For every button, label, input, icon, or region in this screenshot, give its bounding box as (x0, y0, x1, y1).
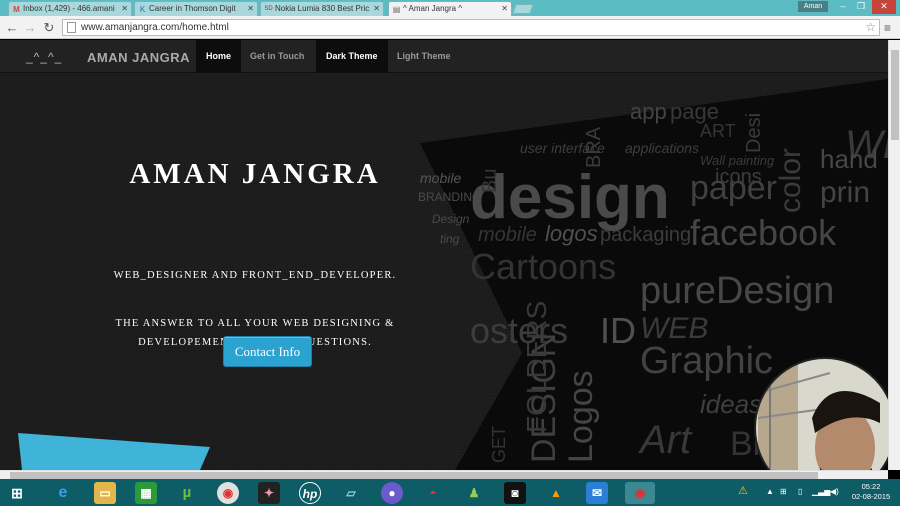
recorder-icon[interactable]: ◓ (422, 482, 444, 504)
svg-text:Desi: Desi (743, 113, 765, 153)
svg-text:color: color (774, 148, 807, 213)
svg-text:app: app (630, 99, 667, 124)
close-window-icon[interactable]: ✕ (872, 0, 896, 14)
browser-toolbar: ← → ↻ www.amanjangra.com/home.html ☆ ≡ (0, 16, 900, 39)
camera-icon[interactable]: ◙ (504, 482, 526, 504)
hp-icon[interactable]: hp (299, 482, 321, 504)
snapdeal-icon: SD (264, 6, 273, 12)
page-icon: ▤ (392, 5, 401, 14)
chrome-icon[interactable]: ◉ (217, 482, 239, 504)
back-icon[interactable]: ← (4, 20, 20, 36)
file-explorer-icon[interactable]: ▭ (94, 482, 116, 504)
brand-logo[interactable]: AMAN JANGRA (87, 50, 190, 65)
svg-text:logos: logos (545, 221, 598, 246)
nav-get-in-touch[interactable]: Get in Touch (240, 40, 314, 73)
thomson-icon: K (139, 5, 146, 14)
windows-flag-icon[interactable]: ⊞ (780, 487, 787, 496)
svg-text:ting: ting (440, 232, 460, 246)
svg-text:ID: ID (600, 310, 636, 351)
battery-icon[interactable]: ▯ (798, 487, 802, 496)
url-text[interactable]: www.amanjangra.com/home.html (81, 22, 229, 33)
chrome-active-icon[interactable]: ◉ (625, 482, 655, 504)
svg-text:Design: Design (432, 212, 470, 226)
svg-text:packaging: packaging (600, 224, 691, 246)
close-icon[interactable]: ✕ (373, 4, 380, 13)
svg-text:GET: GET (489, 426, 509, 463)
hero-description-line: THE ANSWER TO ALL YOUR WEB DESIGNING & (115, 318, 395, 329)
warning-icon[interactable]: ⚠ (738, 484, 748, 497)
svg-text:mobile: mobile (478, 224, 537, 246)
windows-taskbar: ⊞ e ▭ ▦ µ ◉ ✦ hp ▱ ● ◓ ♟ ◙ ▲ ✉ ◉ ⚠ ▲ ⊞ ▯… (0, 479, 900, 506)
restore-icon[interactable]: ❐ (852, 0, 870, 14)
system-clock[interactable]: 05:22 02-08-2015 (848, 482, 894, 502)
new-tab-button[interactable] (512, 4, 534, 14)
svg-text:icons: icons (715, 166, 762, 188)
tab-title: Inbox (1,429) - 466.amani (23, 4, 115, 13)
minimize-icon[interactable]: – (834, 0, 852, 14)
scroll-thumb[interactable] (891, 50, 899, 140)
internet-explorer-icon[interactable]: e (52, 482, 74, 504)
user-badge[interactable]: Aman (798, 1, 828, 12)
bookmark-star-icon[interactable]: ☆ (865, 20, 876, 34)
android-icon[interactable]: ♟ (463, 482, 485, 504)
svg-text:ART: ART (700, 121, 736, 141)
tab-thomson[interactable]: K Career in Thomson Digit ✕ (134, 1, 258, 16)
tab-nokia[interactable]: SD Nokia Lumia 830 Best Pric ✕ (260, 1, 384, 16)
tab-title: Career in Thomson Digit (149, 4, 236, 13)
hero-tagline: WEB_DESIGNER AND FRONT_END_DEVELOPER. (113, 270, 397, 281)
web-page: design paper prin mobile logos packaging… (0, 40, 888, 470)
clock-date: 02-08-2015 (851, 492, 891, 501)
volume-icon[interactable]: ◀) (830, 487, 839, 496)
svg-text:prin: prin (820, 176, 870, 209)
vertical-scrollbar[interactable] (888, 40, 900, 470)
svg-text:facebook: facebook (690, 212, 837, 253)
nav-dark-theme[interactable]: Dark Theme (316, 40, 388, 73)
horizontal-scrollbar[interactable] (0, 470, 888, 479)
browser-tabstrip: M Inbox (1,429) - 466.amani ✕ K Career i… (0, 0, 900, 16)
vlc-icon[interactable]: ▲ (545, 482, 567, 504)
close-icon[interactable]: ✕ (247, 4, 254, 13)
menu-icon[interactable]: ≡ (884, 21, 891, 35)
mail-icon[interactable]: ✉ (586, 482, 608, 504)
hero-title: AMAN JANGRA (129, 158, 381, 190)
site-navbar: _^_^_ AMAN JANGRA Home Get in Touch Dark… (0, 40, 888, 73)
page-icon (67, 22, 76, 33)
svg-text:BRA: BRA (583, 126, 605, 168)
address-bar[interactable]: www.amanjangra.com/home.html ☆ (62, 19, 880, 36)
svg-text:Graphic: Graphic (640, 340, 773, 382)
gmail-icon: M (13, 5, 20, 14)
svg-text:BRANDING: BRANDING (418, 190, 481, 204)
tab-gmail[interactable]: M Inbox (1,429) - 466.amani ✕ (8, 1, 132, 16)
nav-light-theme[interactable]: Light Theme (387, 40, 461, 73)
media-app-icon[interactable]: ● (381, 482, 403, 504)
tab-title: Nokia Lumia 830 Best Pric (275, 4, 370, 13)
notes-icon[interactable]: ▱ (340, 482, 362, 504)
store-icon[interactable]: ▦ (135, 482, 157, 504)
network-icon[interactable]: ▁▃▅ (812, 487, 830, 496)
svg-text:ideas: ideas (700, 389, 762, 419)
svg-text:pureDesign: pureDesign (640, 270, 834, 312)
windows-start-icon[interactable]: ⊞ (6, 482, 28, 504)
scroll-thumb[interactable] (10, 472, 818, 479)
brand-emote[interactable]: _^_^_ (26, 50, 62, 64)
svg-text:applications: applications (625, 140, 699, 156)
svg-text:hand: hand (820, 144, 878, 174)
utorrent-icon[interactable]: µ (176, 482, 198, 504)
close-icon[interactable]: ✕ (121, 4, 128, 13)
tray-arrow-icon[interactable]: ▲ (766, 487, 774, 496)
svg-text:Logos: Logos (562, 370, 600, 463)
tab-title: ^ Aman Jangra ^ (403, 4, 463, 13)
svg-text:FOLDERS: FOLDERS (521, 301, 552, 433)
clock-time: 05:22 (861, 482, 881, 491)
svg-text:Wall painting: Wall painting (700, 153, 775, 168)
close-icon[interactable]: ✕ (501, 4, 508, 13)
svg-text:Art: Art (638, 418, 693, 462)
tab-aman-jangra[interactable]: ▤ ^ Aman Jangra ^ ✕ (388, 1, 512, 16)
contact-info-button[interactable]: Contact Info (223, 336, 312, 367)
paint-app-icon[interactable]: ✦ (258, 482, 280, 504)
forward-icon[interactable]: → (22, 20, 38, 36)
nav-home[interactable]: Home (196, 40, 242, 73)
reload-icon[interactable]: ↻ (41, 20, 57, 36)
